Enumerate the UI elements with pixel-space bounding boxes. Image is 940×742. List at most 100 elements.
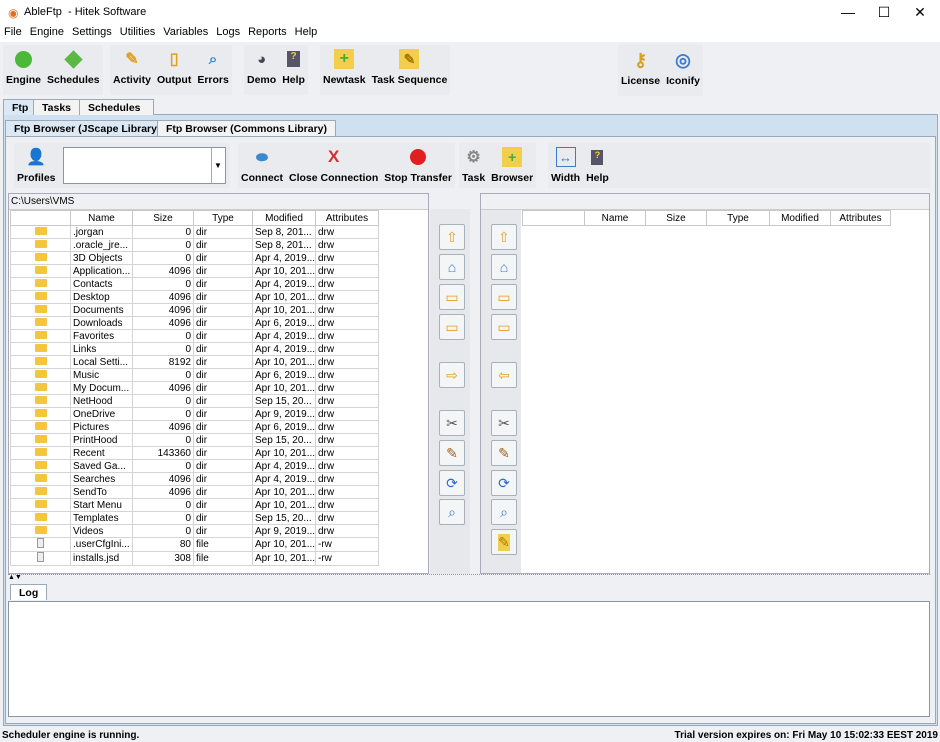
table-row[interactable]: My Docum... 4096 dir Apr 10, 201... drw — [10, 381, 379, 395]
local-new-folder-button[interactable]: ▭ — [439, 314, 465, 340]
task-button[interactable]: ⚙ Task — [459, 143, 488, 188]
local-up-arrow-button[interactable]: ⇧ — [439, 224, 465, 250]
task-sequence-button[interactable]: ✎ Task Sequence — [369, 45, 451, 95]
activity-button[interactable]: ✎ Activity — [110, 45, 154, 95]
remote-refresh-button[interactable]: ⟳ — [491, 470, 517, 496]
connect-button[interactable]: ⬬ Connect — [238, 143, 286, 188]
subtab-commons[interactable]: Ftp Browser (Commons Library) — [157, 120, 337, 136]
table-row[interactable]: Downloads 4096 dir Apr 6, 2019... drw — [10, 316, 379, 330]
remote-new-folder-button[interactable]: ▭ — [491, 314, 517, 340]
table-row[interactable]: Saved Ga... 0 dir Apr 4, 2019... drw — [10, 459, 379, 473]
profile-combobox[interactable]: ▼ — [62, 147, 226, 184]
tab-schedules[interactable]: Schedules — [79, 99, 154, 115]
menu-help[interactable]: Help — [291, 24, 322, 40]
newtask-button[interactable]: + Newtask — [320, 45, 369, 95]
table-row[interactable]: Videos 0 dir Apr 9, 2019... drw — [10, 524, 379, 538]
icon-cell — [10, 537, 71, 552]
table-row[interactable]: Recent 143360 dir Apr 10, 201... drw — [10, 446, 379, 460]
column-header[interactable]: Name — [584, 210, 646, 226]
local-refresh-button[interactable]: ⟳ — [439, 470, 465, 496]
menu-engine[interactable]: Engine — [26, 24, 68, 40]
menu-settings[interactable]: Settings — [68, 24, 116, 40]
output-button[interactable]: ▯ Output — [154, 45, 194, 95]
column-header[interactable]: Type — [706, 210, 770, 226]
remote-open-folder-button[interactable]: ▭ — [491, 284, 517, 310]
name-cell: PrintHood — [70, 433, 133, 447]
table-row[interactable]: OneDrive 0 dir Apr 9, 2019... drw — [10, 407, 379, 421]
table-row[interactable]: .oracle_jre... 0 dir Sep 8, 201... drw — [10, 238, 379, 252]
profiles-button[interactable]: 👤 Profiles — [14, 143, 59, 188]
engine-button[interactable]: Engine — [3, 45, 44, 95]
size-cell: 0 — [132, 407, 194, 421]
log-area[interactable] — [8, 601, 930, 717]
split-divider[interactable]: ▲▼ — [8, 574, 930, 581]
menu-reports[interactable]: Reports — [244, 24, 291, 40]
local-edit-button[interactable]: ✎ — [439, 440, 465, 466]
table-row[interactable]: Templates 0 dir Sep 15, 20... drw — [10, 511, 379, 525]
minimize-button[interactable]: — — [830, 2, 866, 22]
chevron-down-icon[interactable]: ▼ — [210, 148, 225, 183]
table-row[interactable]: PrintHood 0 dir Sep 15, 20... drw — [10, 433, 379, 447]
table-row[interactable]: NetHood 0 dir Sep 15, 20... drw — [10, 394, 379, 408]
column-header[interactable] — [522, 210, 585, 226]
table-row[interactable]: Local Setti... 8192 dir Apr 10, 201... drw — [10, 355, 379, 369]
column-header[interactable]: Size — [132, 210, 194, 226]
subtab-jscape[interactable]: Ftp Browser (JScape Library) — [5, 120, 170, 136]
table-row[interactable]: installs.jsd 308 file Apr 10, 201... -rw — [10, 551, 379, 566]
errors-button[interactable]: ⌕ Errors — [194, 45, 232, 95]
table-row[interactable]: Contacts 0 dir Apr 4, 2019... drw — [10, 277, 379, 291]
column-header[interactable]: Modified — [252, 210, 316, 226]
menu-variables[interactable]: Variables — [159, 24, 212, 40]
tab-log[interactable]: Log — [10, 584, 48, 600]
remote-cut-button[interactable]: ✂ — [491, 410, 517, 436]
size-cell: 0 — [132, 368, 194, 382]
license-button[interactable]: ⚷ License — [618, 44, 663, 96]
menu-logs[interactable]: Logs — [212, 24, 244, 40]
local-transfer-button[interactable]: ⇨ — [439, 362, 465, 388]
stop-transfer-button[interactable]: Stop Transfer — [381, 143, 455, 188]
close-button[interactable]: ✕ — [902, 2, 938, 22]
local-cut-button[interactable]: ✂ — [439, 410, 465, 436]
local-zoom-button[interactable]: ⌕ — [439, 499, 465, 525]
menu-utilities[interactable]: Utilities — [116, 24, 159, 40]
table-row[interactable]: Searches 4096 dir Apr 4, 2019... drw — [10, 472, 379, 486]
remote-edit-button[interactable]: ✎ — [491, 440, 517, 466]
help-button[interactable]: ? Help — [279, 45, 308, 95]
help-ftp-button[interactable]: ? Help — [583, 143, 612, 188]
table-row[interactable]: Favorites 0 dir Apr 4, 2019... drw — [10, 329, 379, 343]
column-header[interactable]: Attributes — [315, 210, 379, 226]
local-open-folder-button[interactable]: ▭ — [439, 284, 465, 310]
remote-home-button[interactable]: ⌂ — [491, 254, 517, 280]
table-row[interactable]: .jorgan 0 dir Sep 8, 201... drw — [10, 225, 379, 239]
width-button[interactable]: ↔ Width — [548, 143, 583, 188]
table-row[interactable]: SendTo 4096 dir Apr 10, 201... drw — [10, 485, 379, 499]
maximize-button[interactable]: ☐ — [866, 2, 902, 22]
browser-button[interactable]: + Browser — [488, 143, 536, 188]
remote-up-arrow-button[interactable]: ⇧ — [491, 224, 517, 250]
table-row[interactable]: Documents 4096 dir Apr 10, 201... drw — [10, 303, 379, 317]
column-header[interactable]: Type — [193, 210, 253, 226]
remote-transfer-button[interactable]: ⇦ — [491, 362, 517, 388]
column-header[interactable]: Attributes — [830, 210, 891, 226]
column-header[interactable]: Name — [70, 210, 133, 226]
iconify-button[interactable]: ◎ Iconify — [663, 44, 703, 96]
table-row[interactable]: .userCfgIni... 80 file Apr 10, 201... -rw — [10, 537, 379, 552]
local-home-button[interactable]: ⌂ — [439, 254, 465, 280]
table-row[interactable]: Links 0 dir Apr 4, 2019... drw — [10, 342, 379, 356]
tab-tasks[interactable]: Tasks — [33, 99, 80, 115]
table-row[interactable]: Pictures 4096 dir Apr 6, 2019... drw — [10, 420, 379, 434]
table-row[interactable]: Music 0 dir Apr 6, 2019... drw — [10, 368, 379, 382]
table-row[interactable]: Start Menu 0 dir Apr 10, 201... drw — [10, 498, 379, 512]
demo-button[interactable]: ◕ Demo — [244, 45, 279, 95]
table-row[interactable]: 3D Objects 0 dir Apr 4, 2019... drw — [10, 251, 379, 265]
table-row[interactable]: Application... 4096 dir Apr 10, 201... drw — [10, 264, 379, 278]
remote-zoom-button[interactable]: ⌕ — [491, 499, 517, 525]
column-header[interactable]: Modified — [769, 210, 831, 226]
column-header[interactable] — [10, 210, 71, 226]
table-row[interactable]: Desktop 4096 dir Apr 10, 201... drw — [10, 290, 379, 304]
column-header[interactable]: Size — [645, 210, 707, 226]
menu-file[interactable]: File — [0, 24, 26, 40]
close-connection-button[interactable]: X Close Connection — [286, 143, 381, 188]
schedules-button[interactable]: Schedules — [44, 45, 103, 95]
remote-edit-button[interactable]: ✎ — [491, 529, 517, 555]
